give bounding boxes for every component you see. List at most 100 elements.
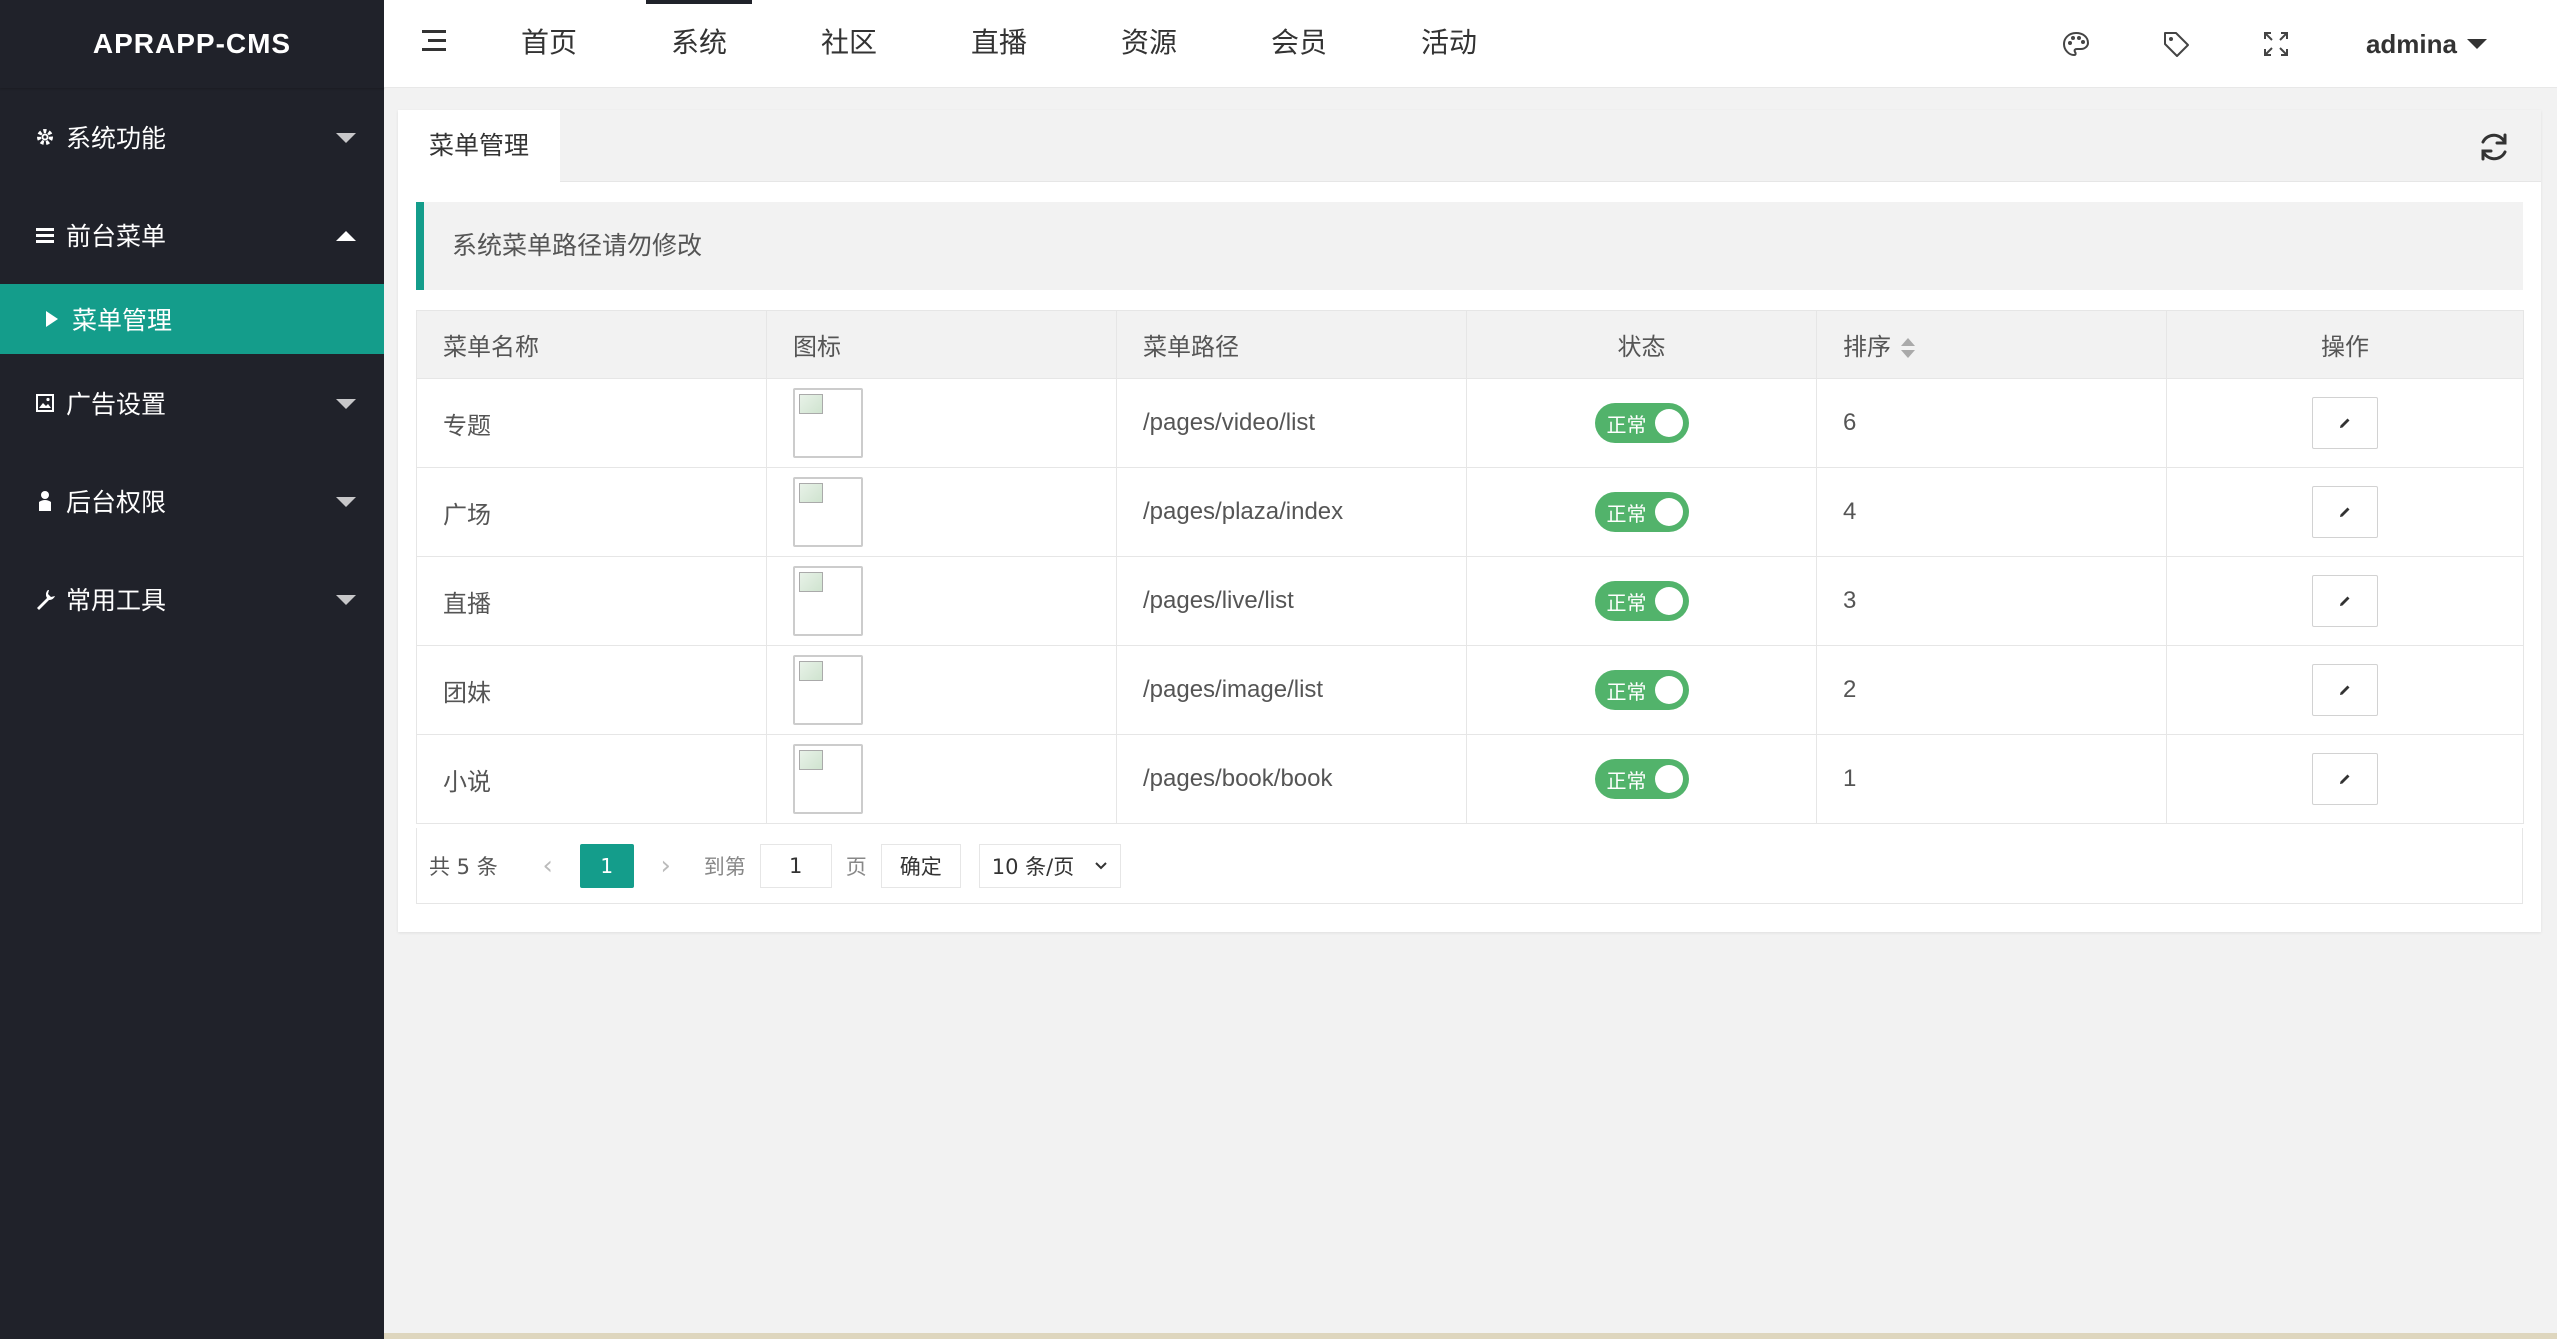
sort-value: 3 — [1816, 556, 2167, 646]
caret-right-icon — [46, 311, 58, 327]
col-icon: 图标 — [766, 310, 1117, 379]
menu-path: /pages/video/list — [1116, 378, 1467, 468]
sidebar-item-label: 前台菜单 — [66, 222, 167, 251]
pager-goto-input[interactable]: 1 — [759, 843, 832, 888]
status-cell: 正常 — [1466, 467, 1817, 557]
table-row: 广场 /pages/plaza/index 正常 4 — [416, 467, 2524, 557]
table-header-row: 菜单名称 图标 菜单路径 状态 排序 操作 — [416, 310, 2524, 379]
sort-value: 1 — [1816, 734, 2167, 824]
notice-bar: 系统菜单路径请勿修改 — [416, 202, 2523, 290]
tag-icon[interactable] — [2126, 0, 2226, 88]
sort-icon[interactable] — [1901, 337, 1915, 359]
chevron-down-icon — [1095, 861, 1107, 869]
menu-name: 直播 — [416, 556, 767, 646]
status-cell: 正常 — [1466, 645, 1817, 735]
menu-icon-cell — [766, 378, 1117, 468]
pager-size-select[interactable]: 10 条/页 — [978, 843, 1121, 888]
refresh-icon[interactable] — [2477, 130, 2511, 164]
status-label: 正常 — [1606, 414, 1647, 437]
status-toggle[interactable]: 正常 — [1594, 492, 1689, 532]
edit-button[interactable] — [2312, 575, 2378, 627]
sidebar-item-ad-settings[interactable]: 广告设置 — [0, 354, 384, 452]
sidebar-item-common-tools[interactable]: 常用工具 — [0, 550, 384, 648]
menu-icon-cell — [766, 556, 1117, 646]
top-nav-home[interactable]: 首页 — [474, 0, 624, 88]
col-actions: 操作 — [2166, 310, 2524, 379]
edit-button[interactable] — [2312, 664, 2378, 716]
pager-confirm-button[interactable]: 确定 — [880, 843, 961, 888]
sidebar-item-frontend-menu[interactable]: 前台菜单 — [0, 186, 384, 284]
chevron-down-icon — [336, 595, 356, 605]
username: admina — [2365, 28, 2457, 59]
pencil-icon — [2340, 418, 2350, 428]
wrench-icon — [32, 586, 58, 612]
pager-current-page[interactable]: 1 — [579, 843, 634, 888]
top-nav-community[interactable]: 社区 — [774, 0, 924, 88]
user-icon — [32, 488, 58, 514]
pager-next-button[interactable]: › — [646, 851, 686, 881]
pager-goto-label: 到第 — [703, 854, 746, 879]
menu-icon-cell — [766, 467, 1117, 557]
menu-path: /pages/book/book — [1116, 734, 1467, 824]
top-nav-events[interactable]: 活动 — [1374, 0, 1524, 88]
header-actions: admina — [2026, 0, 2557, 88]
top-nav-system[interactable]: 系统 — [624, 0, 774, 88]
sidebar-item-label: 常用工具 — [66, 586, 167, 615]
broken-image-icon — [793, 566, 863, 636]
palette-icon[interactable] — [2026, 0, 2126, 88]
top-nav-members[interactable]: 会员 — [1224, 0, 1374, 88]
status-toggle[interactable]: 正常 — [1594, 759, 1689, 799]
col-sort-label: 排序 — [1843, 333, 1891, 361]
top-nav-resources[interactable]: 资源 — [1074, 0, 1224, 88]
menu-toggle-icon[interactable] — [418, 30, 446, 58]
status-cell: 正常 — [1466, 378, 1817, 468]
sort-value: 2 — [1816, 645, 2167, 735]
sidebar-subitem-menu-management[interactable]: 菜单管理 — [0, 284, 384, 354]
menu-icon-cell — [766, 645, 1117, 735]
caret-down-icon — [2467, 39, 2487, 49]
image-icon — [32, 390, 58, 416]
sidebar-subitem-label: 菜单管理 — [72, 306, 173, 335]
broken-image-icon — [793, 477, 863, 547]
gear-icon — [32, 124, 58, 150]
broken-image-icon — [793, 744, 863, 814]
edit-button[interactable] — [2312, 753, 2378, 805]
pencil-icon — [2340, 685, 2350, 695]
col-sort[interactable]: 排序 — [1816, 310, 2167, 379]
status-cell: 正常 — [1466, 734, 1817, 824]
table-row: 直播 /pages/live/list 正常 3 — [416, 556, 2524, 646]
status-toggle[interactable]: 正常 — [1594, 670, 1689, 710]
edit-button[interactable] — [2312, 486, 2378, 538]
sidebar-item-backend-permissions[interactable]: 后台权限 — [0, 452, 384, 550]
fullscreen-icon[interactable] — [2226, 0, 2326, 88]
chevron-down-icon — [336, 497, 356, 507]
pager-prev-button[interactable]: ‹ — [528, 851, 568, 881]
content-card: 菜单管理 系统菜单路径请勿修改 菜单名称 图标 菜单路径 状态 排序 操作 专题… — [398, 110, 2541, 932]
pencil-icon — [2340, 596, 2350, 606]
status-toggle[interactable]: 正常 — [1594, 403, 1689, 443]
edit-button[interactable] — [2312, 397, 2378, 449]
pencil-icon — [2340, 774, 2350, 784]
menu-path: /pages/image/list — [1116, 645, 1467, 735]
pencil-icon — [2340, 507, 2350, 517]
table-row: 小说 /pages/book/book 正常 1 — [416, 734, 2524, 824]
menu-icon-cell — [766, 734, 1117, 824]
status-toggle[interactable]: 正常 — [1594, 581, 1689, 621]
menu-name: 广场 — [416, 467, 767, 557]
status-label: 正常 — [1606, 503, 1647, 526]
tab-menu-management[interactable]: 菜单管理 — [398, 110, 560, 183]
status-cell: 正常 — [1466, 556, 1817, 646]
col-menu-path: 菜单路径 — [1116, 310, 1467, 379]
pager-size-value: 10 条/页 — [991, 854, 1075, 879]
table-row: 团妹 /pages/image/list 正常 2 — [416, 645, 2524, 735]
actions-cell — [2166, 734, 2524, 824]
tab-bar: 菜单管理 — [398, 110, 2541, 183]
list-icon — [32, 222, 58, 248]
user-menu[interactable]: admina — [2326, 29, 2557, 60]
top-nav-live[interactable]: 直播 — [924, 0, 1074, 88]
menu-name: 小说 — [416, 734, 767, 824]
pagination: 共 5 条 ‹ 1 › 到第 1 页 确定 10 条/页 — [416, 828, 2523, 904]
sidebar-item-system-functions[interactable]: 系统功能 — [0, 88, 384, 186]
sidebar-item-label: 广告设置 — [66, 390, 167, 419]
pager-total: 共 5 条 — [429, 854, 498, 879]
